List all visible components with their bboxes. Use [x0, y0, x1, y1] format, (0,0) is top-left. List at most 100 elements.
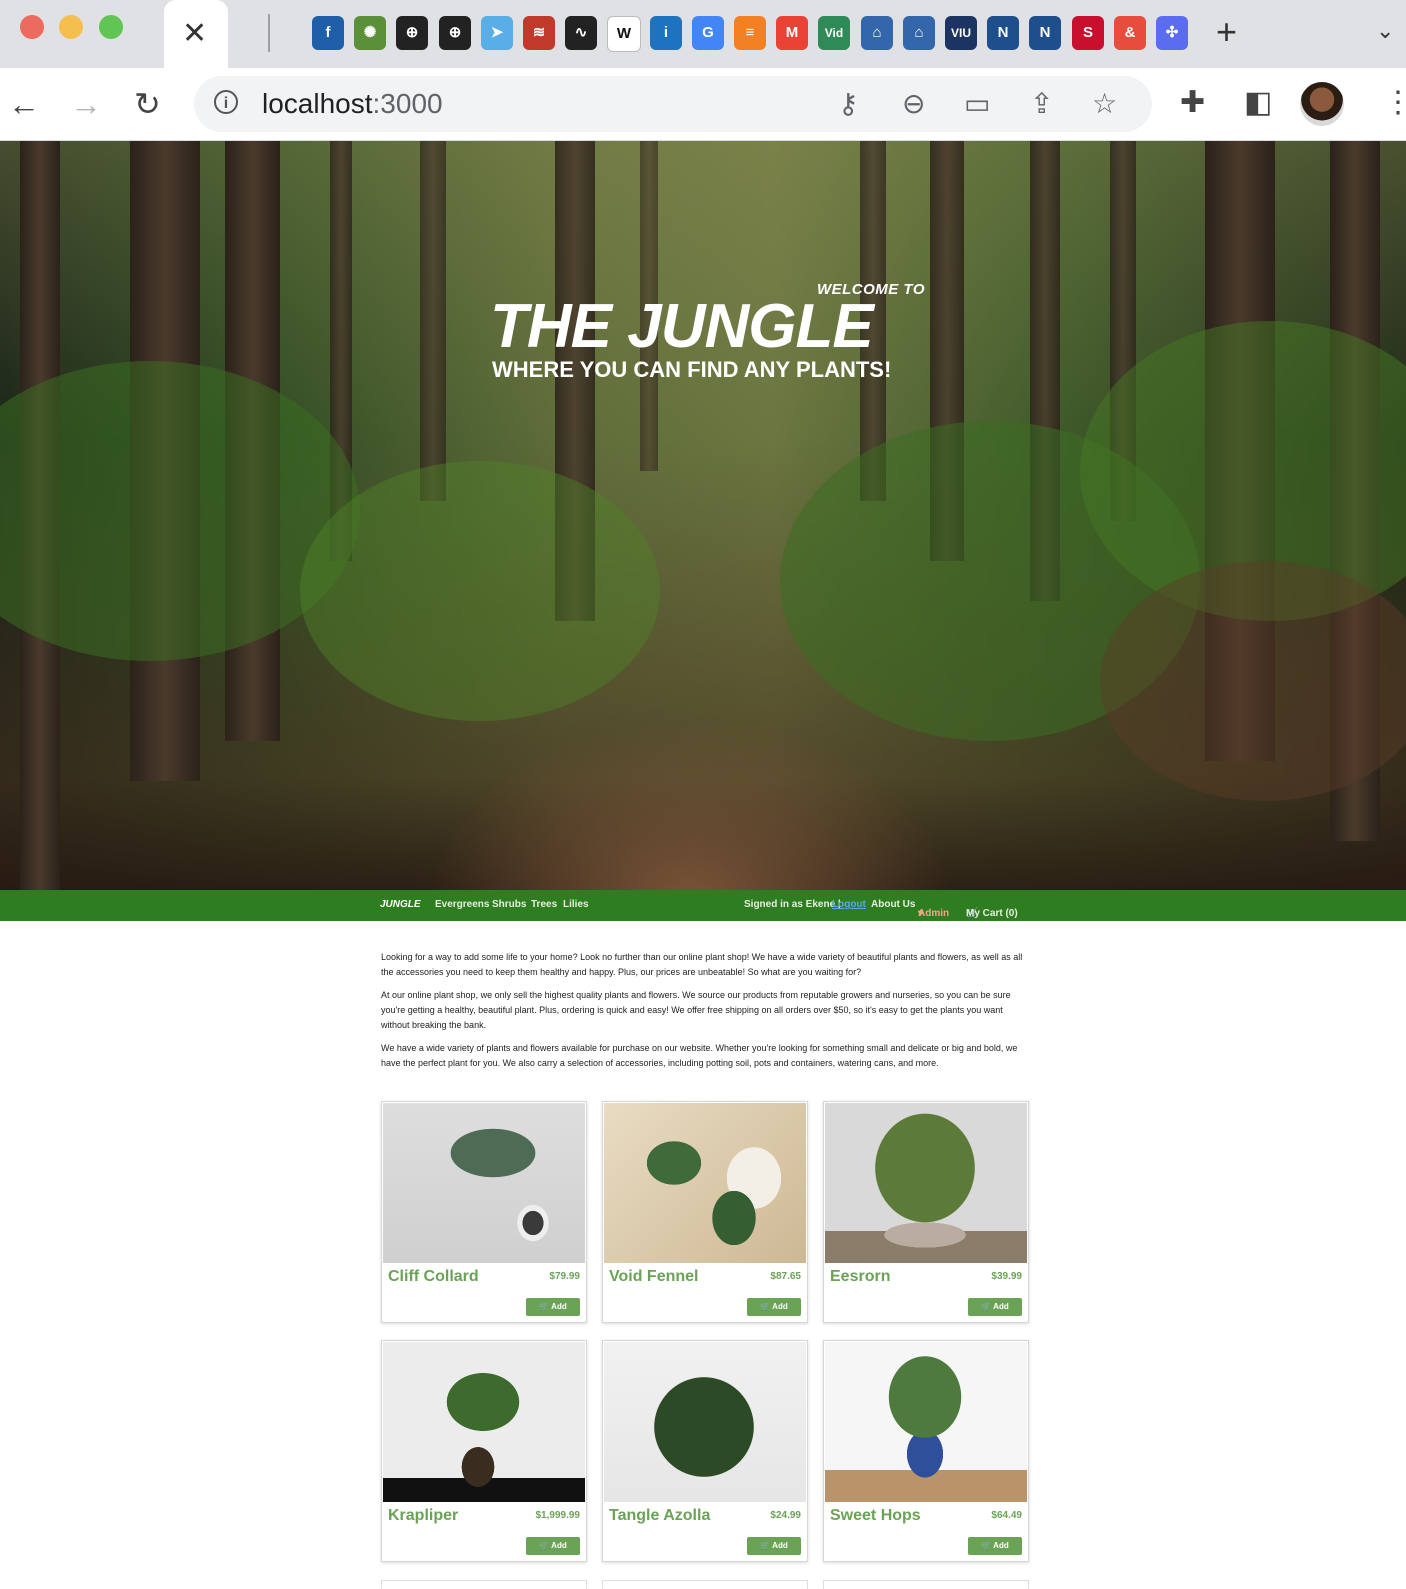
product-image[interactable]	[604, 1342, 806, 1502]
stack-icon[interactable]: ≡	[734, 16, 766, 50]
info-bookmark-icon[interactable]: i	[650, 16, 682, 50]
product-card[interactable]	[381, 1580, 587, 1589]
product-card[interactable]: Void Fennel $87.65 🛒 Add	[602, 1101, 808, 1323]
intro-paragraph: At our online plant shop, we only sell t…	[381, 990, 1011, 1030]
site-title: THE JUNGLE	[490, 292, 874, 361]
gmail-icon[interactable]: M	[776, 16, 808, 50]
product-image[interactable]	[825, 1342, 1027, 1502]
ampersand-icon[interactable]: &	[1114, 16, 1146, 50]
google-icon[interactable]: G	[692, 16, 724, 50]
nav-evergreens[interactable]: Evergreens	[435, 899, 489, 910]
product-card[interactable]: Eesrorn $39.99 🛒 Add	[823, 1101, 1029, 1323]
cart-label: My Cart (0)	[966, 908, 1018, 919]
bank-icon[interactable]: ⌂	[861, 16, 893, 50]
nait-icon[interactable]: N	[987, 16, 1019, 50]
nav-lilies[interactable]: Lilies	[563, 899, 589, 910]
f-icon[interactable]: f	[312, 16, 344, 50]
signed-in-text: Signed in as Ekene |	[744, 899, 841, 910]
product-image[interactable]	[383, 1103, 585, 1263]
wikipedia-icon[interactable]: W	[607, 16, 641, 52]
swirl-icon[interactable]: ✺	[354, 16, 386, 50]
nait-icon-2[interactable]: N	[1029, 16, 1061, 50]
nav-shrubs[interactable]: Shrubs	[492, 899, 526, 910]
product-name[interactable]: Tangle Azolla	[609, 1507, 710, 1525]
compass-icon[interactable]: ⊕	[396, 16, 428, 50]
share-icon[interactable]: ⇪	[1030, 88, 1053, 120]
url-port: :3000	[372, 88, 443, 119]
product-name[interactable]: Cliff Collard	[388, 1268, 479, 1286]
product-name[interactable]: Sweet Hops	[830, 1507, 921, 1525]
nav-trees[interactable]: Trees	[531, 899, 557, 910]
tree-trunk	[420, 141, 446, 501]
intro-section: Looking for a way to add some life to yo…	[381, 950, 1027, 1079]
product-price: $64.49	[991, 1510, 1022, 1521]
product-name[interactable]: Eesrorn	[830, 1268, 890, 1286]
product-image[interactable]	[825, 1103, 1027, 1263]
hero-banner: WELCOME TO THE JUNGLE WHERE YOU CAN FIND…	[0, 141, 1406, 890]
minimize-window-button[interactable]	[59, 15, 83, 39]
close-icon[interactable]: ✕	[182, 14, 207, 54]
product-card[interactable]: Cliff Collard $79.99 🛒 Add	[381, 1101, 587, 1323]
suttons-icon[interactable]: S	[1072, 16, 1104, 50]
browser-tab-strip: ✕ f ✺ ⊕ ⊕ ➤ ≋ ∿ Wi G ≡ M Vid ⌂ ⌂ VIU N N S & ✣ + ⌄	[0, 0, 1406, 68]
product-card[interactable]: Sweet Hops $64.49 🛒 Add	[823, 1340, 1029, 1562]
maximize-window-button[interactable]	[99, 15, 123, 39]
product-price: $24.99	[770, 1510, 801, 1521]
url-text[interactable]: localhost:3000	[262, 88, 443, 120]
product-price: $1,999.99	[535, 1510, 581, 1521]
compass-icon-2[interactable]: ⊕	[439, 16, 471, 50]
menu-icon[interactable]: ⋮	[1383, 86, 1406, 120]
puzzle-blue-icon[interactable]: ✣	[1156, 16, 1188, 50]
card-icon[interactable]: ▭	[964, 88, 990, 120]
reload-icon[interactable]: ↻	[134, 86, 161, 122]
bank-icon-2[interactable]: ⌂	[903, 16, 935, 50]
profile-avatar[interactable]	[1300, 82, 1344, 126]
side-panel-icon[interactable]: ◧	[1244, 86, 1272, 120]
product-price: $39.99	[991, 1271, 1022, 1282]
add-to-cart-button[interactable]: 🛒 Add	[747, 1298, 801, 1316]
site-info-icon[interactable]: i	[214, 90, 238, 114]
radio-icon[interactable]: ≋	[523, 16, 555, 50]
brand-link[interactable]: JUNGLE	[380, 899, 421, 910]
tab-divider	[268, 14, 270, 52]
vid-icon[interactable]: Vid	[818, 16, 850, 50]
product-card[interactable]: Krapliper $1,999.99 🛒 Add	[381, 1340, 587, 1562]
product-image[interactable]	[383, 1342, 585, 1502]
back-icon[interactable]: ←	[8, 86, 40, 122]
tab-search-icon[interactable]: ⌄	[1376, 18, 1394, 44]
url-host: localhost	[262, 88, 373, 119]
product-price: $79.99	[549, 1271, 580, 1282]
key-icon[interactable]: ⚷	[838, 88, 859, 120]
forward-icon[interactable]: →	[70, 86, 102, 122]
add-to-cart-button[interactable]: 🛒 Add	[968, 1537, 1022, 1555]
viu-icon[interactable]: VIU	[945, 16, 977, 50]
wave-icon[interactable]: ∿	[565, 16, 597, 50]
add-to-cart-button[interactable]: 🛒 Add	[747, 1537, 801, 1555]
send-icon[interactable]: ➤	[481, 16, 513, 50]
product-card[interactable]	[823, 1580, 1029, 1589]
extensions-icon[interactable]: ✚	[1180, 86, 1205, 120]
close-window-button[interactable]	[20, 15, 44, 39]
foliage	[1100, 561, 1406, 801]
add-to-cart-button[interactable]: 🛒 Add	[968, 1298, 1022, 1316]
product-name[interactable]: Void Fennel	[609, 1268, 698, 1286]
product-name[interactable]: Krapliper	[388, 1507, 458, 1525]
active-tab[interactable]: ✕	[164, 0, 228, 68]
foliage	[300, 461, 660, 721]
site-navbar: JUNGLE Evergreens Shrubs Trees Lilies Si…	[0, 890, 1406, 921]
add-to-cart-button[interactable]: 🛒 Add	[526, 1298, 580, 1316]
caret-down-icon: ▾	[918, 908, 924, 919]
add-to-cart-button[interactable]: 🛒 Add	[526, 1537, 580, 1555]
zoom-out-icon[interactable]: ⊖	[902, 88, 925, 120]
product-image[interactable]	[604, 1103, 806, 1263]
product-card[interactable]	[602, 1580, 808, 1589]
nav-about-us[interactable]: About Us	[871, 899, 915, 910]
intro-paragraph: Looking for a way to add some life to yo…	[381, 952, 1023, 977]
hero-subtitle: WHERE YOU CAN FIND ANY PLANTS!	[492, 357, 892, 382]
logout-link[interactable]: Logout	[832, 899, 866, 910]
address-bar[interactable]: i localhost:3000 ⚷ ⊖ ▭ ⇪ ☆	[194, 76, 1152, 132]
new-tab-icon[interactable]: +	[1216, 12, 1237, 52]
product-card[interactable]: Tangle Azolla $24.99 🛒 Add	[602, 1340, 808, 1562]
bookmark-star-icon[interactable]: ☆	[1092, 88, 1117, 120]
product-price: $87.65	[770, 1271, 801, 1282]
